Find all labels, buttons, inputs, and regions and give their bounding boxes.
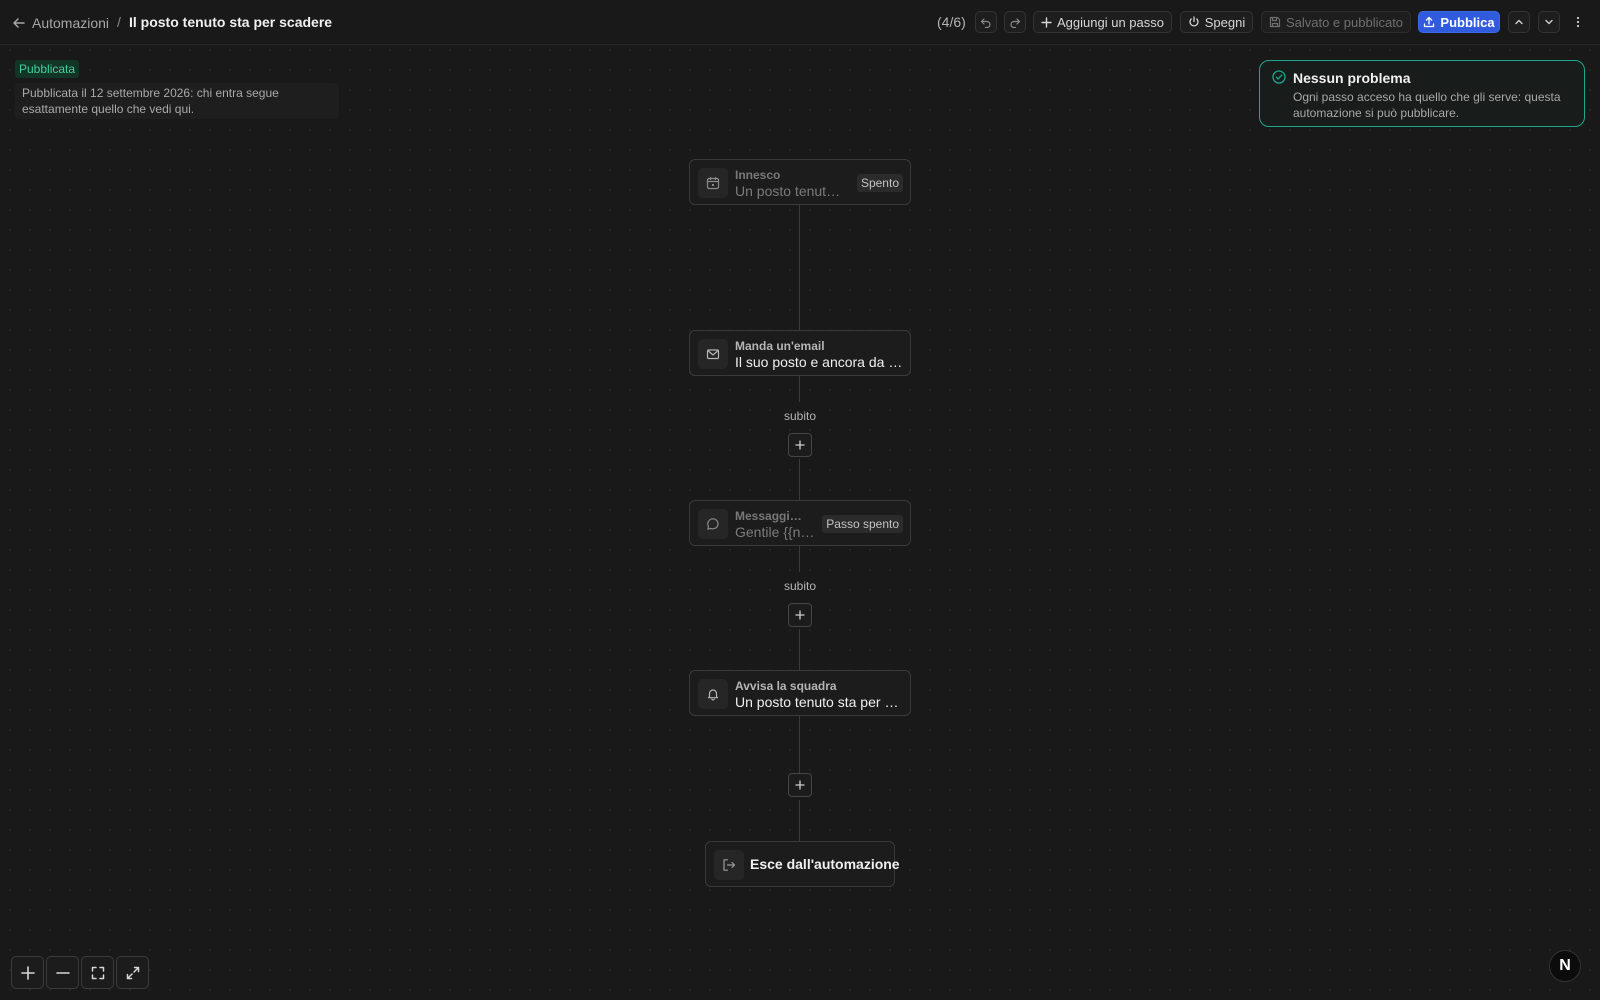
breadcrumb-separator: / xyxy=(117,14,121,30)
top-bar: Automazioni / Il posto tenuto sta per sc… xyxy=(0,0,1600,45)
trigger-value: Un posto tenuto sta per scadere xyxy=(735,183,847,199)
step-off-tag: Passo spento xyxy=(822,515,903,533)
upload-icon xyxy=(1423,16,1435,28)
trigger-off-tag: Spento xyxy=(856,174,903,192)
add-step-inline-button[interactable] xyxy=(788,433,812,457)
connector-line xyxy=(799,205,800,330)
step-node-text-message[interactable]: Messaggio di testo Gentile {{nome}} Pass… xyxy=(689,500,911,546)
delay-label: subito xyxy=(783,579,817,593)
connector-line xyxy=(799,546,800,572)
plus-icon xyxy=(795,780,805,790)
more-vertical-icon xyxy=(1576,16,1580,28)
validation-panel: Nessun problema Ogni passo acceso ha que… xyxy=(1259,60,1585,127)
publish-button[interactable]: Pubblica xyxy=(1418,11,1500,33)
validation-message: Ogni passo acceso ha quello che gli serv… xyxy=(1293,90,1561,120)
connector-line xyxy=(799,800,800,841)
step-value: Gentile {{nome}} xyxy=(735,524,819,540)
step-label: Manda un'email xyxy=(735,339,825,353)
exit-node[interactable]: Esce dall'automazione xyxy=(705,841,900,887)
validation-title: Nessun problema xyxy=(1293,70,1411,86)
fit-view-button[interactable] xyxy=(81,956,114,989)
step-value: Il suo posto e ancora da confermare xyxy=(735,354,905,370)
exit-label: Esce dall'automazione xyxy=(750,856,900,872)
connector-line xyxy=(799,629,800,670)
add-step-label: Aggiungi un passo xyxy=(1057,14,1164,30)
add-step-button[interactable]: Aggiungi un passo xyxy=(1033,11,1172,33)
save-icon xyxy=(1269,16,1281,28)
trigger-label: Innesco xyxy=(735,168,781,182)
status-note: Pubblicata il 12 settembre 2026: chi ent… xyxy=(15,83,339,119)
undo-button[interactable] xyxy=(975,11,997,33)
publish-label: Pubblica xyxy=(1440,14,1495,30)
bell-icon xyxy=(698,679,728,709)
back-to-automations-link[interactable]: Automazioni xyxy=(12,13,109,33)
mail-icon xyxy=(698,339,728,369)
exit-icon xyxy=(714,850,744,880)
fit-view-icon xyxy=(91,966,105,980)
expand-icon xyxy=(126,966,140,980)
brand-logo[interactable]: N xyxy=(1549,950,1581,982)
minus-icon xyxy=(55,966,70,980)
arrow-left-icon xyxy=(12,16,26,30)
power-icon xyxy=(1188,16,1200,28)
plus-icon xyxy=(795,440,805,450)
chevron-down-icon xyxy=(1544,17,1554,27)
connector-line xyxy=(799,376,800,402)
step-node-email[interactable]: Manda un'email Il suo posto e ancora da … xyxy=(689,330,911,376)
calendar-icon xyxy=(698,168,728,198)
back-link-label: Automazioni xyxy=(32,15,110,31)
plus-icon xyxy=(20,965,35,980)
page-title: Il posto tenuto sta per scadere xyxy=(129,14,333,30)
turn-off-button[interactable]: Spegni xyxy=(1180,11,1253,33)
redo-button[interactable] xyxy=(1004,11,1026,33)
saved-published-button[interactable]: Salvato e pubblicato xyxy=(1261,11,1411,33)
previous-button[interactable] xyxy=(1508,11,1530,33)
step-label: Messaggio di testo xyxy=(735,509,809,523)
step-label: Avvisa la squadra xyxy=(735,679,837,693)
add-step-inline-button[interactable] xyxy=(788,603,812,627)
delay-label: subito xyxy=(783,409,817,423)
plus-icon xyxy=(1041,16,1052,28)
connector-line xyxy=(799,459,800,500)
plus-icon xyxy=(795,610,805,620)
more-options-button[interactable] xyxy=(1567,11,1589,33)
chat-icon xyxy=(698,509,728,539)
step-counter: (4/6) xyxy=(937,14,966,30)
check-circle-icon xyxy=(1272,70,1286,84)
step-node-notify-team[interactable]: Avvisa la squadra Un posto tenuto sta pe… xyxy=(689,670,911,716)
saved-published-label: Salvato e pubblicato xyxy=(1285,14,1404,30)
trigger-node[interactable]: Innesco Un posto tenuto sta per scadere … xyxy=(689,159,911,205)
fullscreen-button[interactable] xyxy=(116,956,149,989)
zoom-in-button[interactable] xyxy=(11,956,44,989)
chevron-up-icon xyxy=(1514,17,1524,27)
undo-icon xyxy=(980,16,992,28)
next-button[interactable] xyxy=(1538,11,1560,33)
step-value: Un posto tenuto sta per scadere xyxy=(735,694,905,710)
turn-off-label: Spegni xyxy=(1204,14,1246,30)
add-step-inline-button[interactable] xyxy=(788,773,812,797)
redo-icon xyxy=(1009,16,1021,28)
zoom-out-button[interactable] xyxy=(46,956,79,989)
status-badge: Pubblicata xyxy=(15,60,80,78)
